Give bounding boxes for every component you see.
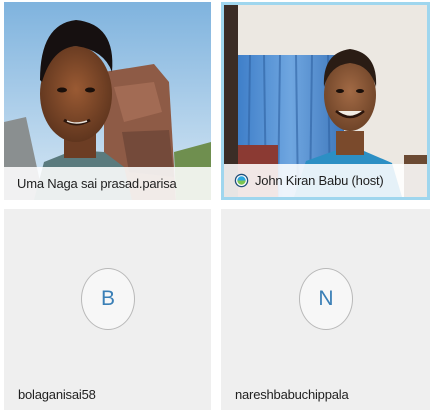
- participant-grid: Uma Naga sai prasad.parisa John Kiran Ba…: [0, 0, 430, 412]
- avatar-initial: N: [318, 287, 334, 310]
- participant-tile-bolaganisai58[interactable]: B bolaganisai58: [4, 209, 211, 410]
- participant-name-bar: John Kiran Babu (host): [224, 164, 427, 197]
- participant-avatar: B: [81, 268, 135, 330]
- participant-name: bolaganisai58: [18, 387, 96, 402]
- participant-tile-host[interactable]: John Kiran Babu (host): [221, 2, 430, 200]
- participant-tile-uma[interactable]: Uma Naga sai prasad.parisa: [4, 2, 211, 200]
- participant-tile-nareshbabuchippala[interactable]: N nareshbabuchippala: [221, 209, 430, 410]
- avatar-initial: B: [100, 287, 115, 310]
- participant-name: nareshbabuchippala: [235, 387, 349, 402]
- host-globe-icon: [234, 173, 249, 188]
- participant-name: John Kiran Babu (host): [255, 173, 384, 188]
- participant-avatar: N: [299, 268, 353, 330]
- participant-name: Uma Naga sai prasad.parisa: [17, 176, 177, 191]
- participant-name-bar: Uma Naga sai prasad.parisa: [4, 167, 211, 200]
